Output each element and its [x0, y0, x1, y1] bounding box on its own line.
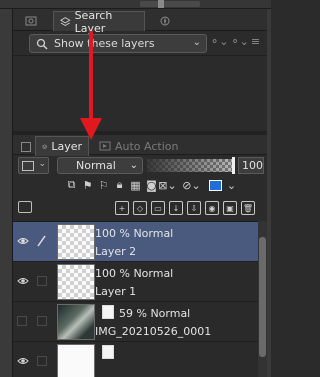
- ruler-display-icon[interactable]: ⊘⌄: [182, 178, 200, 192]
- search-icon: [36, 38, 48, 50]
- lock-checkbox[interactable]: [37, 316, 47, 326]
- eye-icon[interactable]: [17, 236, 29, 246]
- trash-icon[interactable]: 🗑︎: [241, 201, 255, 215]
- layer-color-button[interactable]: ⌄: [18, 157, 49, 174]
- layer-row-layer2[interactable]: 100 % Normal Layer 2: [13, 222, 258, 262]
- layer-thumbnail: [57, 224, 95, 260]
- layer-row-image[interactable]: 59 % Normal IMG_20210526_0001: [13, 302, 258, 342]
- lock-checkbox[interactable]: [37, 356, 47, 366]
- visibility-checkbox[interactable]: [17, 316, 27, 326]
- layer-filter-select[interactable]: Show these layers ⌄: [29, 34, 207, 53]
- opacity-slider[interactable]: [147, 159, 235, 172]
- layer-thumbnail: [57, 344, 95, 377]
- search-tools: ⚬⌄ ⚬⌄ ≡: [210, 35, 260, 48]
- layer-name[interactable]: Layer 2: [95, 245, 136, 258]
- reference-layer-icon[interactable]: ⚑: [81, 178, 94, 192]
- mask-enable-icon[interactable]: ◙: [145, 178, 158, 192]
- raster-layer-icon: [102, 305, 114, 319]
- mask-display-icon[interactable]: ⊠⌄: [158, 178, 176, 192]
- search-condition-icon[interactable]: ⚬⌄: [210, 35, 228, 48]
- navigator-icon: [160, 16, 170, 26]
- layer-action-toolbar: + ◇ ▭ ↓ ⇩ ◉ ▣ 🗑︎: [13, 197, 267, 219]
- opacity-slider-knob[interactable]: [232, 157, 235, 174]
- eye-icon[interactable]: [17, 356, 29, 366]
- layer-row-paper[interactable]: [13, 342, 258, 377]
- layer-mode: 100 % Normal: [95, 267, 174, 280]
- merge-down-icon[interactable]: ⇩: [187, 201, 201, 215]
- layer-list: 100 % Normal Layer 2 100 % Normal Layer …: [13, 221, 258, 377]
- slider-knob[interactable]: [158, 0, 164, 8]
- lock-transparency-icon[interactable]: ▦: [129, 178, 142, 192]
- layer-property-toolbar: ⧉ ⚑ ⚐ 🔒︎ ▦ ◙ ⊠⌄ ⊘⌄ ⌄: [13, 175, 267, 195]
- blend-row: ⌄ Normal ⌄ 100: [13, 155, 267, 175]
- layer-name[interactable]: IMG_20210526_0001: [95, 325, 211, 338]
- tab-auto-action[interactable]: Auto Action: [93, 136, 185, 156]
- layer-tabbar: Layer Auto Action: [13, 135, 267, 157]
- search-filter-row: Show these layers ⌄ ⚬⌄ ⚬⌄ ≡: [13, 31, 267, 55]
- property-icon: [21, 142, 31, 152]
- search-option-icon[interactable]: ⚬⌄: [230, 35, 248, 48]
- apply-mask-icon[interactable]: ▣: [223, 201, 237, 215]
- new-folder-icon[interactable]: ▭: [151, 201, 165, 215]
- scrollbar-thumb[interactable]: [259, 237, 266, 357]
- right-dock-rail: [267, 9, 271, 377]
- search-tabbar: Search Layer: [13, 9, 267, 35]
- lock-icon[interactable]: 🔒︎: [113, 178, 126, 192]
- pen-icon: [37, 235, 46, 247]
- layer-list-scrollbar[interactable]: [258, 221, 267, 377]
- blend-mode-value: Normal: [76, 159, 116, 172]
- left-dock-rail: [0, 9, 13, 377]
- tab-search-layer[interactable]: Search Layer: [53, 9, 145, 35]
- tab-unknown-1[interactable]: [19, 11, 43, 31]
- layer-row-layer1[interactable]: 100 % Normal Layer 1: [13, 262, 258, 302]
- brush-size-slider[interactable]: [140, 1, 200, 7]
- lock-checkbox[interactable]: [37, 276, 47, 286]
- tab-unknown-3[interactable]: [15, 137, 37, 157]
- layers-icon: [60, 16, 71, 26]
- chevron-down-icon: ⌄: [192, 37, 201, 48]
- layer-thumbnail: [57, 264, 95, 300]
- clip-icon[interactable]: ⧉: [65, 178, 78, 192]
- transfer-down-icon[interactable]: ↓: [169, 201, 183, 215]
- paper-layer-icon: [102, 345, 114, 359]
- search-results-area: [13, 55, 267, 131]
- tab-layer-label: Layer: [51, 140, 82, 153]
- create-mask-icon[interactable]: ◉: [205, 201, 219, 215]
- layer-name[interactable]: Layer 1: [95, 285, 136, 298]
- chevron-down-icon: ⌄: [38, 159, 46, 169]
- tab-unknown-2[interactable]: [153, 11, 177, 31]
- tab-layer[interactable]: Layer: [35, 136, 89, 156]
- layer-palette-menu-icon[interactable]: [18, 201, 32, 213]
- eye-icon[interactable]: [17, 276, 29, 286]
- layer-filter-label: Show these layers: [54, 37, 155, 50]
- chevron-down-icon: ⌄: [129, 160, 138, 171]
- layers-icon: [42, 144, 48, 149]
- blend-mode-select[interactable]: Normal ⌄: [57, 157, 143, 174]
- layer-mode: 100 % Normal: [95, 227, 174, 240]
- layer-color-swatch: [22, 161, 34, 171]
- layer-thumbnail: [57, 304, 95, 340]
- layer-search-icon: [25, 16, 37, 26]
- search-more-icon[interactable]: ≡: [251, 35, 260, 48]
- opacity-input[interactable]: 100: [238, 157, 264, 174]
- layer-color-icon[interactable]: [209, 178, 222, 192]
- tab-auto-action-label: Auto Action: [115, 139, 179, 153]
- chevron-down-icon[interactable]: ⌄: [225, 178, 238, 192]
- new-vector-layer-icon[interactable]: ◇: [133, 201, 147, 215]
- draft-layer-icon[interactable]: ⚐: [97, 178, 110, 192]
- layer-mode: 59 % Normal: [119, 307, 191, 320]
- new-raster-layer-icon[interactable]: +: [115, 201, 129, 215]
- auto-action-icon: [99, 141, 111, 151]
